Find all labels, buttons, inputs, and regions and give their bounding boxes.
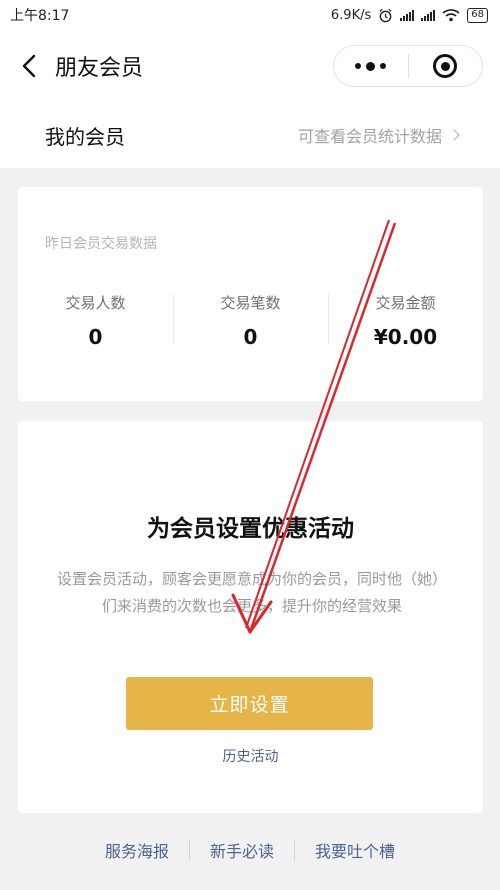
footer-link-feedback[interactable]: 我要吐个槽 [295, 838, 415, 862]
nav-bar: 朋友会员 [0, 30, 500, 102]
footer-link-beginner-guide[interactable]: 新手必读 [190, 838, 294, 862]
promo-card: 为会员设置优惠活动 设置会员活动，顾客会更愿意成为你的会员，同时他（她）们来消费… [18, 421, 483, 813]
stats-card: 昨日会员交易数据 交易人数 0 交易笔数 0 交易金额 ¥0.00 [18, 187, 483, 401]
member-stats-link-label: 可查看会员统计数据 [297, 127, 442, 146]
page-title: 朋友会员 [55, 56, 144, 81]
network-speed: 6.9K/s [330, 7, 372, 23]
battery-icon: 68 [467, 7, 488, 23]
close-button[interactable] [409, 46, 483, 86]
status-icons: 6.9K/s 68 [330, 7, 488, 23]
promo-title: 为会员设置优惠活动 [147, 516, 354, 542]
section-title: 我的会员 [45, 124, 125, 149]
chevron-left-icon[interactable] [17, 53, 43, 79]
more-dots-icon [355, 61, 387, 71]
status-bar: 上午8:17 6.9K/s 68 [0, 0, 500, 30]
stat-label: 交易人数 [65, 294, 126, 312]
wifi-icon [442, 9, 460, 22]
signal-icon [421, 9, 436, 21]
stat-value: ¥0.00 [373, 325, 438, 349]
status-time: 上午8:17 [10, 8, 70, 24]
stat-label: 交易金额 [375, 294, 436, 312]
stat-transaction-users: 交易人数 0 [18, 292, 173, 349]
promo-description: 设置会员活动，顾客会更愿意成为你的会员，同时他（她）们来消费的次数也会更多，提升… [56, 570, 447, 615]
stat-label: 交易笔数 [220, 294, 281, 312]
member-stats-link[interactable]: 可查看会员统计数据 [297, 123, 460, 147]
history-activity-link[interactable]: 历史活动 [18, 746, 483, 766]
mini-program-capsule [333, 45, 483, 87]
stat-transaction-amount: 交易金额 ¥0.00 [328, 292, 483, 349]
setup-now-button[interactable]: 立即设置 [126, 677, 373, 730]
more-button[interactable] [334, 46, 408, 86]
stat-value: 0 [88, 325, 103, 349]
stats-row: 交易人数 0 交易笔数 0 交易金额 ¥0.00 [18, 292, 483, 349]
stats-caption: 昨日会员交易数据 [45, 236, 157, 252]
footer-link-service-poster[interactable]: 服务海报 [85, 838, 189, 862]
signal-icon [400, 9, 415, 21]
footer-links: 服务海报 新手必读 我要吐个槽 [0, 838, 500, 862]
target-circle-icon [433, 54, 458, 78]
stat-transaction-count: 交易笔数 0 [173, 292, 328, 349]
alarm-icon [379, 8, 392, 22]
stat-value: 0 [243, 325, 258, 349]
my-members-row[interactable]: 我的会员 可查看会员统计数据 [0, 102, 500, 168]
chevron-right-icon [448, 129, 460, 141]
